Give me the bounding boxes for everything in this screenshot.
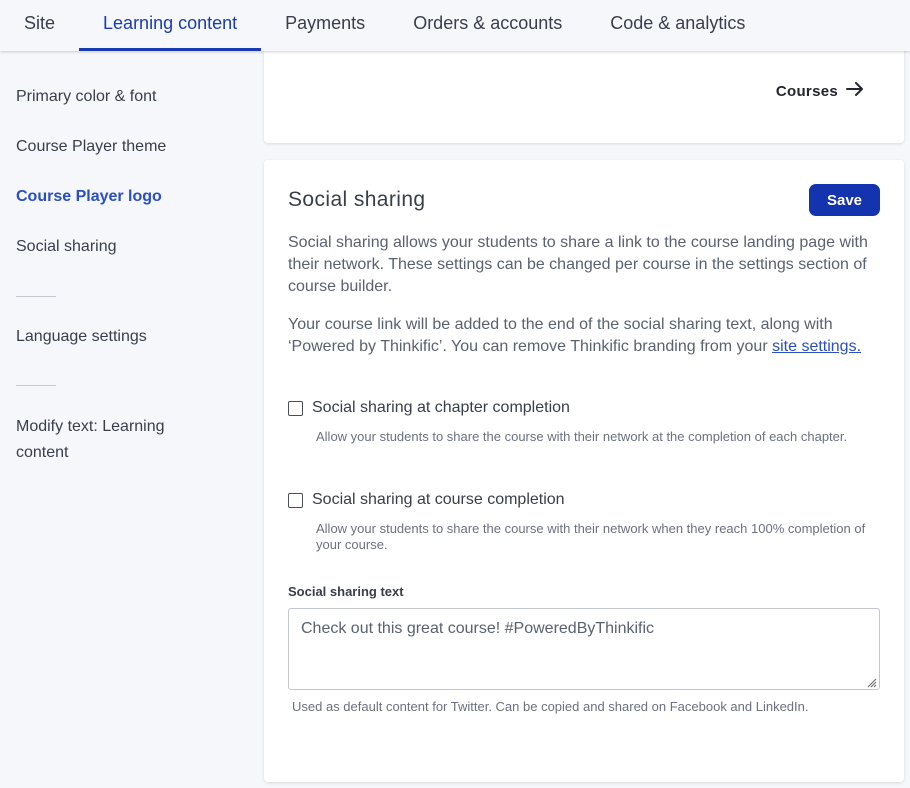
branding-text-body: Your course link will be added to the en… bbox=[288, 316, 833, 355]
tab-learning-content[interactable]: Learning content bbox=[79, 0, 262, 51]
sidebar-divider bbox=[16, 385, 56, 386]
course-completion-help: Allow your students to share the course … bbox=[316, 521, 866, 552]
course-completion-label[interactable]: Social sharing at course completion bbox=[312, 491, 565, 509]
sidebar-divider bbox=[16, 296, 56, 297]
sidebar-item-social-sharing[interactable]: Social sharing bbox=[16, 234, 216, 260]
chapter-completion-checkbox[interactable] bbox=[288, 400, 303, 416]
tab-code-analytics[interactable]: Code & analytics bbox=[586, 0, 769, 51]
social-sharing-text-input[interactable]: Check out this great course! #PoweredByT… bbox=[288, 608, 880, 690]
social-sharing-card: Social sharing Save Social sharing allow… bbox=[264, 160, 904, 782]
branding-text: Your course link will be added to the en… bbox=[288, 314, 888, 358]
course-completion-checkbox[interactable] bbox=[288, 492, 303, 508]
sidebar-item-modify-text[interactable]: Modify text: Learning content bbox=[16, 414, 196, 466]
courses-link-label: Courses bbox=[775, 82, 838, 100]
sidebar-item-course-player-theme[interactable]: Course Player theme bbox=[16, 134, 216, 160]
social-sharing-text-help: Used as default content for Twitter. Can… bbox=[292, 699, 809, 714]
resize-handle-icon[interactable] bbox=[865, 675, 877, 688]
arrow-right-icon bbox=[846, 82, 864, 100]
top-navigation: Site Learning content Payments Orders & … bbox=[0, 0, 910, 51]
tab-payments[interactable]: Payments bbox=[261, 0, 389, 51]
course-completion-option: Social sharing at course completion bbox=[288, 491, 565, 509]
chapter-completion-option: Social sharing at chapter completion bbox=[288, 399, 570, 417]
sidebar-item-primary-color-font[interactable]: Primary color & font bbox=[16, 84, 216, 110]
save-button[interactable]: Save bbox=[809, 184, 880, 216]
section-title: Social sharing bbox=[288, 188, 426, 211]
social-sharing-text-value: Check out this great course! #PoweredByT… bbox=[301, 620, 655, 637]
sidebar-item-course-player-logo[interactable]: Course Player logo bbox=[16, 184, 216, 210]
tab-site[interactable]: Site bbox=[0, 0, 79, 51]
tab-orders-accounts[interactable]: Orders & accounts bbox=[389, 0, 586, 51]
chapter-completion-help: Allow your students to share the course … bbox=[316, 429, 848, 444]
description-text: Social sharing allows your students to s… bbox=[288, 234, 868, 295]
courses-card: Courses bbox=[264, 42, 904, 143]
sidebar: Primary color & font Course Player theme… bbox=[0, 51, 264, 788]
site-settings-link[interactable]: site settings. bbox=[772, 338, 861, 355]
social-sharing-text-label: Social sharing text bbox=[288, 584, 404, 599]
courses-link[interactable]: Courses bbox=[776, 82, 864, 100]
chapter-completion-label[interactable]: Social sharing at chapter completion bbox=[312, 399, 570, 417]
sidebar-item-language-settings[interactable]: Language settings bbox=[16, 324, 216, 350]
